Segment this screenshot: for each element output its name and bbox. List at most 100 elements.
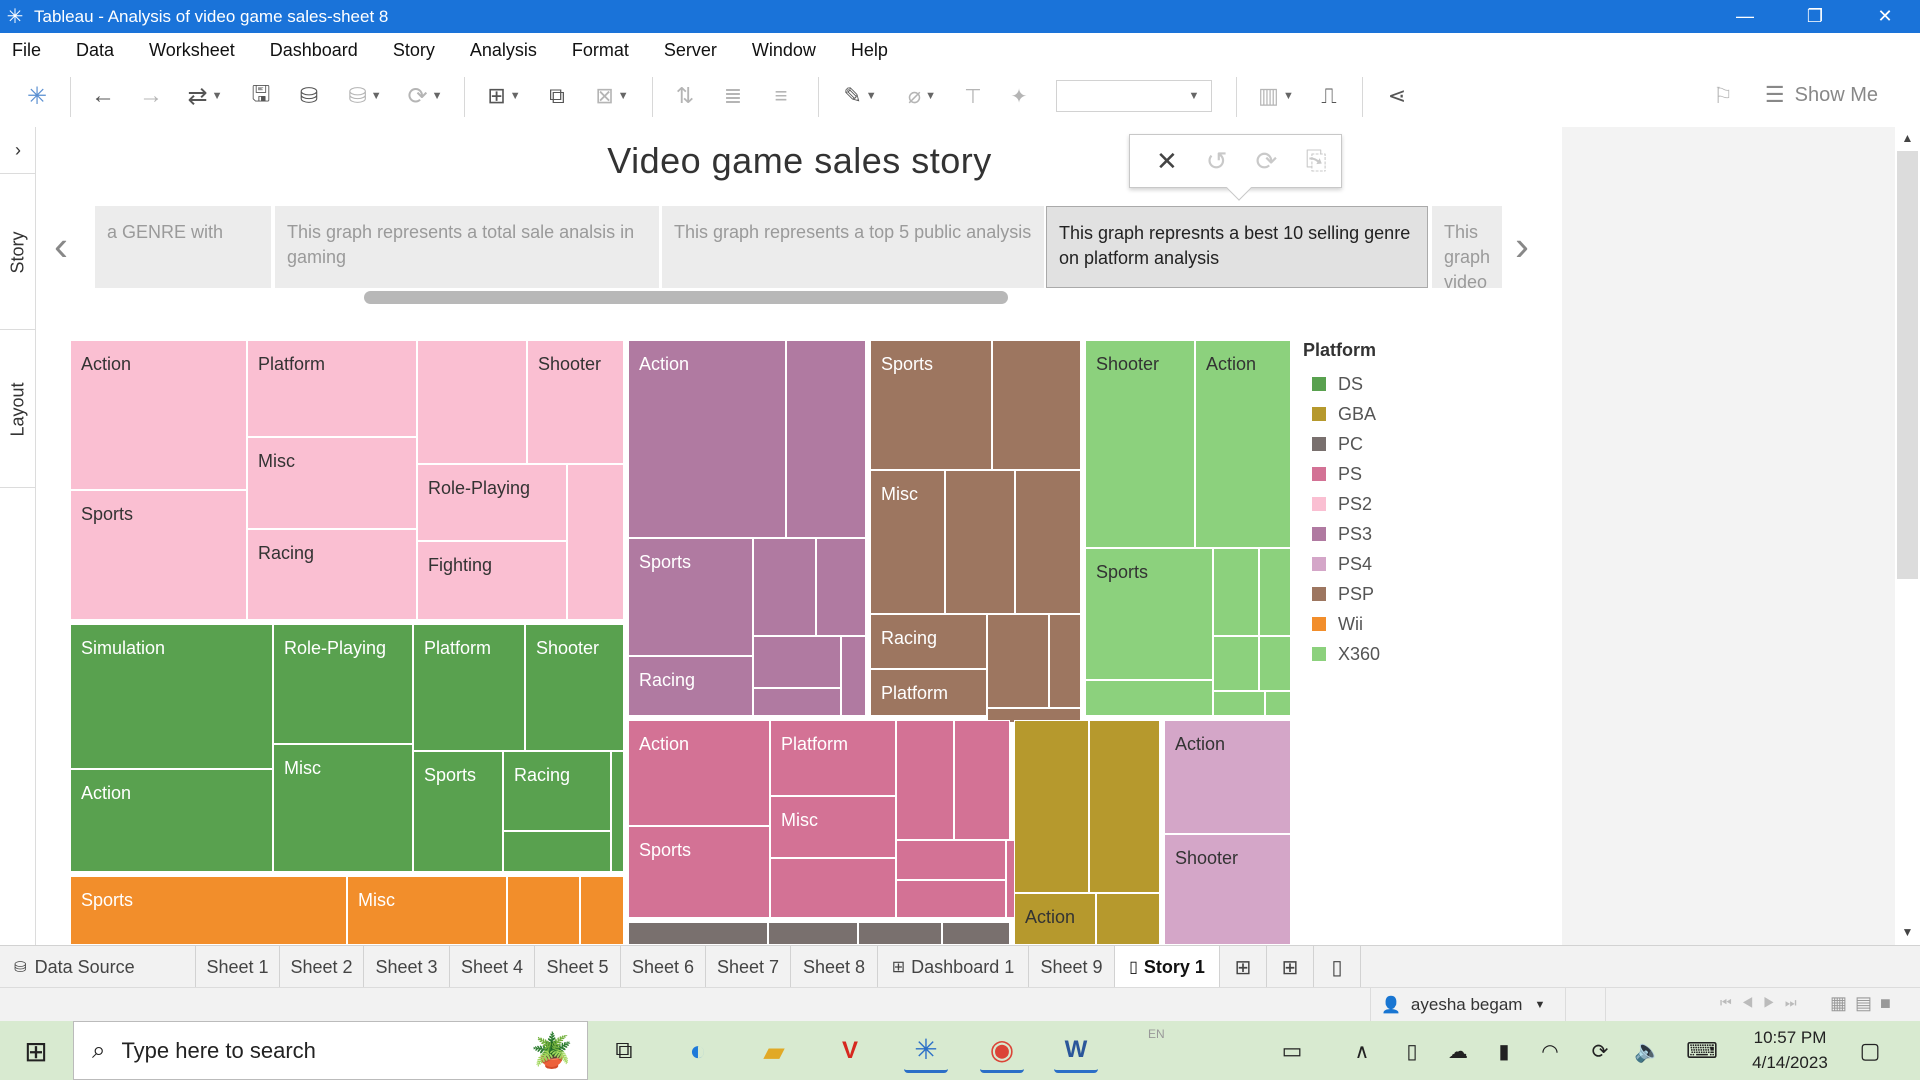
save-as-new-icon[interactable]: ⎘ [1291, 145, 1341, 177]
minimize-button[interactable]: — [1710, 0, 1780, 33]
treemap-cell[interactable] [942, 922, 1010, 944]
treemap-cell[interactable]: Misc [273, 744, 413, 872]
update-icon[interactable]: ⟳ [1242, 146, 1292, 177]
vlc-wps-icon[interactable]: V [828, 1029, 872, 1073]
close-window-button[interactable]: ✕ [1850, 0, 1920, 33]
treemap-cell[interactable] [1213, 636, 1259, 691]
volume-icon[interactable]: 🔈 [1626, 1029, 1670, 1073]
treemap-cell[interactable] [896, 720, 954, 840]
treemap-cell[interactable] [896, 840, 1006, 880]
treemap-cell[interactable] [1213, 548, 1259, 636]
news-widget-icon[interactable]: ▭ [1270, 1029, 1314, 1073]
treemap-cell[interactable] [786, 340, 866, 538]
new-story-icon[interactable]: ▯ [1314, 946, 1361, 988]
windows-start-icon[interactable]: ⊞ [14, 1029, 58, 1073]
treemap-cell[interactable] [945, 470, 1015, 614]
taskbar-search[interactable]: ⌕ Type here to search 🪴 [73, 1021, 588, 1080]
treemap-cell[interactable]: Platform [247, 340, 417, 437]
menu-data[interactable]: Data [64, 40, 114, 61]
menu-dashboard[interactable]: Dashboard [258, 40, 358, 61]
treemap-cell[interactable]: Action [1164, 720, 1291, 834]
wifi-icon[interactable]: ◠ [1528, 1029, 1572, 1073]
treemap-cell[interactable]: Simulation [70, 624, 273, 769]
pin-icon[interactable]: ✦ [1002, 79, 1036, 113]
treemap-cell[interactable]: Racing [247, 529, 417, 620]
treemap-cell[interactable]: Role-Playing [273, 624, 413, 744]
notifications-icon[interactable]: ▢ [1848, 1029, 1892, 1073]
treemap-cell[interactable]: Misc [347, 876, 507, 944]
treemap-cell[interactable]: Misc [870, 470, 945, 614]
clear-sheet-icon[interactable]: ⊠ ▼ [586, 79, 638, 113]
undo-icon[interactable]: ← [86, 79, 120, 113]
taskbar-clock[interactable]: 10:57 PM 4/14/2023 [1740, 1025, 1840, 1075]
treemap-cell[interactable]: Shooter [527, 340, 624, 464]
treemap-cell[interactable] [1014, 720, 1089, 893]
refresh-icon[interactable]: ⟳ ▼ [400, 79, 450, 113]
tab-sheet-4[interactable]: Sheet 4 [450, 946, 535, 988]
story-point[interactable]: This graph video g [1432, 206, 1502, 288]
vertical-scrollbar[interactable]: ▲ ▼ [1895, 127, 1920, 945]
user-menu[interactable]: 👤 ayesha begam ▼ [1370, 988, 1560, 1022]
treemap-cell[interactable] [417, 340, 527, 464]
new-sheet-icon[interactable]: ⊞ ▼ [478, 79, 530, 113]
treemap-cell[interactable] [753, 538, 816, 636]
task-view-icon[interactable]: ⧉ [602, 1029, 646, 1073]
treemap-cell[interactable]: Sports [628, 538, 753, 656]
ask-data-icon[interactable]: ⚐ [1706, 79, 1740, 113]
treemap-cell[interactable] [628, 922, 768, 944]
treemap-cell[interactable] [1015, 470, 1081, 614]
fit-dropdown[interactable]: ▼ [1056, 80, 1212, 112]
treemap-cell[interactable]: Sports [628, 826, 770, 918]
treemap-cell[interactable]: Racing [628, 656, 753, 716]
tab-sheet-5[interactable]: Sheet 5 [535, 946, 621, 988]
label-icon[interactable]: ⊤ [956, 79, 990, 113]
menu-worksheet[interactable]: Worksheet [137, 40, 235, 61]
treemap-cell[interactable] [580, 876, 624, 944]
treemap-cell[interactable]: Sports [870, 340, 992, 470]
tab-data-source[interactable]: ⛁ Data Source [0, 946, 196, 988]
treemap-cell[interactable]: Racing [870, 614, 987, 669]
treemap-cell[interactable] [1259, 636, 1291, 691]
treemap-cell[interactable]: Misc [247, 437, 417, 529]
treemap-cell[interactable]: Sports [70, 490, 247, 620]
treemap-cell[interactable] [1096, 893, 1160, 944]
menu-window[interactable]: Window [740, 40, 816, 61]
scrollbar-thumb[interactable] [1897, 151, 1918, 579]
close-icon[interactable]: ✕ [1142, 146, 1192, 177]
treemap-cell[interactable]: Sports [1085, 548, 1213, 680]
treemap-cell[interactable] [1259, 548, 1291, 636]
menu-analysis[interactable]: Analysis [458, 40, 537, 61]
treemap-cell[interactable] [753, 688, 841, 716]
replay-icon[interactable]: ⇄ ▼ [180, 79, 230, 113]
menu-file[interactable]: File [0, 40, 41, 61]
legend-item[interactable]: PS [1303, 459, 1380, 489]
legend-item[interactable]: PS3 [1303, 519, 1380, 549]
tab-dashboard-1[interactable]: ⊞ Dashboard 1 [878, 946, 1029, 988]
treemap-cell[interactable] [507, 876, 580, 944]
menu-format[interactable]: Format [560, 40, 629, 61]
treemap-cell[interactable] [770, 858, 896, 918]
tab-sheet-9[interactable]: Sheet 9 [1029, 946, 1115, 988]
treemap-cell[interactable] [987, 614, 1049, 708]
tab-layout[interactable]: Layout [0, 339, 36, 479]
keyboard-icon[interactable]: ⌨ [1680, 1029, 1724, 1073]
treemap-cell[interactable] [992, 340, 1081, 470]
tab-sheet-7[interactable]: Sheet 7 [706, 946, 791, 988]
expand-pane-icon[interactable]: › [0, 135, 36, 165]
show-me-button[interactable]: ☰ Show Me [1765, 82, 1878, 108]
menu-help[interactable]: Help [839, 40, 888, 61]
share-icon[interactable]: ⋖ [1380, 79, 1414, 113]
treemap-cell[interactable] [896, 880, 1006, 918]
legend-item[interactable]: GBA [1303, 399, 1380, 429]
treemap-cell[interactable]: Action [628, 720, 770, 826]
treemap-cell[interactable] [1213, 691, 1265, 716]
treemap-cell[interactable] [841, 636, 866, 716]
sort-descending-icon[interactable]: ≡ [764, 79, 798, 113]
battery-icon[interactable]: ▮ [1482, 1029, 1526, 1073]
story-points-scrollbar[interactable] [364, 291, 1008, 304]
treemap-cell[interactable] [567, 464, 624, 620]
tab-sheet-8[interactable]: Sheet 8 [791, 946, 878, 988]
treemap-cell[interactable]: Sports [70, 876, 347, 944]
tab-sheet-2[interactable]: Sheet 2 [280, 946, 364, 988]
chrome-icon[interactable]: ◉ [980, 1029, 1024, 1073]
